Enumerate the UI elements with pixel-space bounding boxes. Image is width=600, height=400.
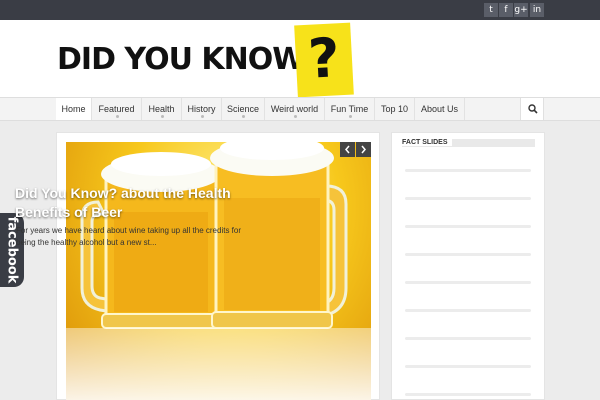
search-icon	[528, 104, 538, 114]
nav-item-fun-time[interactable]: Fun Time	[325, 98, 375, 120]
slide-title[interactable]: Did You Know? about the Health Benefits …	[15, 184, 275, 222]
chevron-left-icon	[345, 145, 350, 154]
logo-mark: ?	[306, 26, 342, 91]
placeholder-line	[405, 253, 531, 256]
featured-slide[interactable]	[66, 142, 371, 400]
placeholder-line	[405, 309, 531, 312]
nav-item-featured[interactable]: Featured	[92, 98, 142, 120]
site-logo-text[interactable]: DID YOU KNOW	[57, 42, 305, 78]
nav-item-home[interactable]: Home	[56, 98, 92, 120]
logo-question-mark[interactable]: ?	[294, 22, 354, 98]
placeholder-line	[405, 225, 531, 228]
placeholder-line	[405, 281, 531, 284]
nav-item-history[interactable]: History	[182, 98, 222, 120]
nav-item-top-10[interactable]: Top 10	[375, 98, 415, 120]
slide-caption-background	[66, 328, 371, 400]
top-bar: t f g+ in	[0, 0, 600, 20]
nav-item-about-us[interactable]: About Us	[415, 98, 465, 120]
widget-title: FACT SLIDES	[402, 139, 452, 146]
nav-item-health[interactable]: Health	[142, 98, 182, 120]
chevron-right-icon	[361, 145, 366, 154]
main-nav: Home Featured Health History Science Wei…	[0, 97, 600, 121]
linkedin-icon[interactable]: in	[530, 3, 544, 17]
placeholder-line	[405, 393, 531, 396]
nav-item-weird-world[interactable]: Weird world	[265, 98, 325, 120]
placeholder-line	[405, 169, 531, 172]
twitter-icon[interactable]: t	[484, 3, 498, 17]
placeholder-line	[405, 365, 531, 368]
placeholder-line	[405, 197, 531, 200]
placeholder-line	[405, 337, 531, 340]
search-button[interactable]	[520, 98, 544, 120]
google-plus-icon[interactable]: g+	[514, 3, 528, 17]
nav-item-science[interactable]: Science	[222, 98, 265, 120]
slider-next-button[interactable]	[356, 142, 371, 157]
slider-prev-button[interactable]	[340, 142, 355, 157]
sidebar-widget	[391, 132, 545, 400]
slide-excerpt: For years we have heard about wine takin…	[16, 226, 242, 247]
facebook-icon[interactable]: f	[499, 3, 513, 17]
